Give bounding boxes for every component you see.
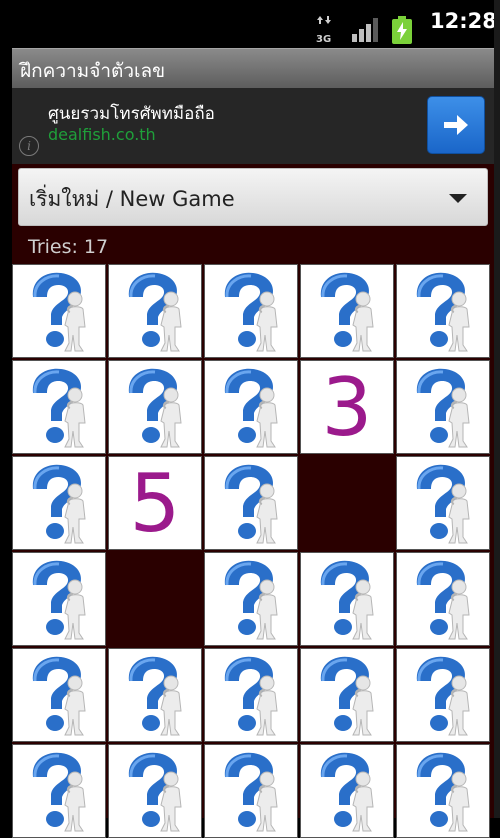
question-mark-icon: [416, 560, 470, 640]
card-matched-empty: [300, 456, 394, 550]
card-hidden[interactable]: [204, 552, 298, 646]
card-hidden[interactable]: [396, 360, 490, 454]
card-hidden[interactable]: [12, 552, 106, 646]
question-mark-icon: [224, 368, 278, 448]
card-hidden[interactable]: [12, 456, 106, 550]
card-hidden[interactable]: [204, 360, 298, 454]
card-hidden[interactable]: [12, 648, 106, 742]
card-hidden[interactable]: [108, 264, 202, 358]
card-hidden[interactable]: [12, 360, 106, 454]
ad-title[interactable]: ศูนยรวมโทรศัพทมือถือ: [48, 100, 215, 127]
question-mark-icon: [224, 656, 278, 736]
clock: 12:28: [430, 9, 497, 33]
card-hidden[interactable]: [12, 744, 106, 838]
question-mark-icon: [128, 368, 182, 448]
question-mark-icon: [416, 272, 470, 352]
card-revealed[interactable]: 3: [300, 360, 394, 454]
question-mark-icon: [320, 656, 374, 736]
card-hidden[interactable]: [396, 264, 490, 358]
question-mark-icon: [32, 368, 86, 448]
card-hidden[interactable]: [204, 264, 298, 358]
question-mark-icon: [128, 272, 182, 352]
app-title-bar: ฝึกความจำตัวเลข: [12, 48, 494, 89]
card-hidden[interactable]: [204, 648, 298, 742]
card-matched-empty: [108, 552, 202, 646]
network-indicator: 3G: [316, 14, 334, 45]
card-number: 5: [129, 457, 181, 550]
question-mark-icon: [416, 752, 470, 832]
card-number: 3: [321, 361, 373, 454]
card-grid: 3 5: [12, 264, 494, 838]
question-mark-icon: [128, 656, 182, 736]
card-hidden[interactable]: [396, 744, 490, 838]
question-mark-icon: [416, 368, 470, 448]
chevron-down-icon: [449, 194, 467, 203]
question-mark-icon: [128, 752, 182, 832]
tries-counter: Tries: 17: [28, 236, 109, 258]
ad-url[interactable]: dealfish.co.th: [48, 125, 156, 144]
card-hidden[interactable]: [396, 552, 490, 646]
question-mark-icon: [416, 656, 470, 736]
question-mark-icon: [224, 560, 278, 640]
card-hidden[interactable]: [300, 264, 394, 358]
question-mark-icon: [416, 464, 470, 544]
device-edge: [494, 0, 500, 818]
card-hidden[interactable]: [108, 744, 202, 838]
card-hidden[interactable]: [396, 648, 490, 742]
new-game-dropdown[interactable]: เริ่มใหม่ / New Game: [18, 168, 488, 226]
card-hidden[interactable]: [300, 744, 394, 838]
question-mark-icon: [32, 656, 86, 736]
question-mark-icon: [224, 272, 278, 352]
question-mark-icon: [32, 464, 86, 544]
question-mark-icon: [320, 272, 374, 352]
card-revealed[interactable]: 5: [108, 456, 202, 550]
status-bar: 3G 12:28: [0, 0, 497, 48]
question-mark-icon: [320, 752, 374, 832]
ad-go-button[interactable]: [427, 96, 485, 154]
ad-banner[interactable]: ศูนยรวมโทรศัพทมือถือ dealfish.co.th i: [12, 88, 494, 164]
app-title: ฝึกความจำตัวเลข: [20, 60, 166, 82]
card-hidden[interactable]: [108, 648, 202, 742]
card-hidden[interactable]: [204, 456, 298, 550]
question-mark-icon: [32, 752, 86, 832]
card-hidden[interactable]: [300, 648, 394, 742]
signal-icon: [352, 18, 378, 42]
info-icon[interactable]: i: [19, 136, 39, 156]
card-hidden[interactable]: [396, 456, 490, 550]
card-hidden[interactable]: [300, 552, 394, 646]
new-game-label: เริ่มใหม่ / New Game: [29, 187, 235, 211]
device-screen: 3G 12:28 ฝึกความจำตัวเลข ศูนยรวมโทรศัพทม…: [0, 0, 500, 838]
battery-charging-icon: [392, 16, 412, 44]
question-mark-icon: [320, 560, 374, 640]
card-hidden[interactable]: [204, 744, 298, 838]
question-mark-icon: [224, 464, 278, 544]
question-mark-icon: [224, 752, 278, 832]
card-hidden[interactable]: [108, 360, 202, 454]
arrow-right-icon: [444, 115, 468, 135]
card-hidden[interactable]: [12, 264, 106, 358]
question-mark-icon: [32, 560, 86, 640]
question-mark-icon: [32, 272, 86, 352]
